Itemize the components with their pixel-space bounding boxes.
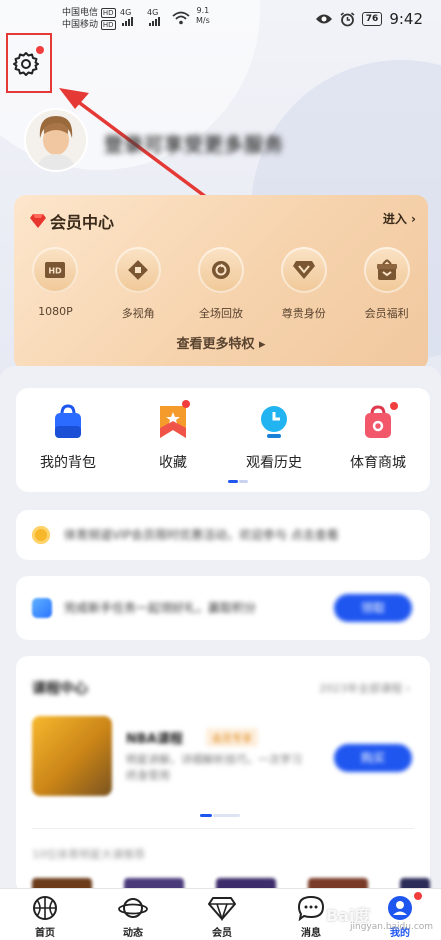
carrier-info: 中国电信 HD 中国移动 HD bbox=[62, 7, 116, 31]
speed-value: 9.1 bbox=[196, 6, 210, 15]
quick-actions-card: 我的背包 收藏 观看历史 体育商城 bbox=[16, 388, 430, 492]
perk-list: HD 1080P 多视角 全场回放 尊贵身份 会员福利 bbox=[14, 247, 428, 321]
replay-icon bbox=[197, 247, 244, 293]
tab-label: 会员 bbox=[212, 928, 232, 939]
perk-label: 全场回放 bbox=[198, 307, 243, 320]
page-indicator bbox=[228, 480, 248, 483]
perk-label: 尊贵身份 bbox=[281, 307, 326, 320]
quick-item-favorites[interactable]: 收藏 bbox=[123, 404, 223, 472]
coin-icon bbox=[32, 526, 50, 544]
course-thumbnail[interactable] bbox=[32, 716, 112, 796]
member-center-label: 会员中心 bbox=[50, 213, 115, 232]
tab-feed[interactable]: 动态 bbox=[98, 895, 168, 939]
vip-identity-icon bbox=[280, 247, 327, 293]
bottom-tab-bar: 首页 动态 会员 消息 我的 bbox=[0, 888, 441, 940]
diamond-icon bbox=[208, 897, 236, 921]
clock: 9:42 bbox=[389, 10, 423, 28]
profile-icon bbox=[388, 896, 412, 920]
message-icon bbox=[297, 895, 325, 921]
status-bar: 中国电信 HD 中国移动 HD 4G 4G 9.1 M/s 76 9:42 bbox=[0, 0, 441, 40]
tab-home[interactable]: 首页 bbox=[10, 895, 80, 939]
planet-icon bbox=[118, 898, 148, 918]
tab-label: 消息 bbox=[301, 928, 321, 939]
notice-text: 体育频道VIP会员限时优惠活动，欢迎参与 点击查看 bbox=[64, 528, 339, 542]
login-prompt[interactable]: 登录可享受更多服务 bbox=[104, 130, 284, 157]
tab-me[interactable]: 我的 bbox=[365, 895, 435, 939]
gift-icon bbox=[363, 247, 410, 293]
svg-text:HD: HD bbox=[49, 267, 63, 276]
gear-icon[interactable] bbox=[12, 50, 40, 78]
quick-item-backpack[interactable]: 我的背包 bbox=[18, 404, 118, 472]
course-center-card: 课程中心 2023年全部课程 › NBA课程 会员专享 明星讲解，详细解析技巧，… bbox=[16, 656, 430, 894]
perk-item[interactable]: 会员福利 bbox=[345, 247, 428, 321]
perk-label: 会员福利 bbox=[364, 307, 409, 320]
course-description: 明星讲解，详细解析技巧，一次学习终身受用 bbox=[126, 753, 302, 782]
tab-label: 动态 bbox=[123, 928, 143, 939]
claim-button[interactable]: 领取 bbox=[334, 594, 412, 622]
perk-item[interactable]: 多视角 bbox=[97, 247, 180, 321]
avatar-illustration bbox=[26, 110, 86, 170]
wifi-icon bbox=[172, 11, 190, 25]
signal-icon bbox=[149, 17, 160, 26]
history-icon bbox=[261, 406, 287, 438]
notice-bar[interactable]: 体育频道VIP会员限时优惠活动，欢迎参与 点击查看 bbox=[16, 510, 430, 560]
alarm-icon bbox=[340, 11, 355, 26]
hd-icon: HD bbox=[32, 247, 79, 293]
course-tag: 会员专享 bbox=[206, 728, 258, 747]
network-type: 4G bbox=[147, 8, 159, 17]
course-name: NBA课程 bbox=[126, 732, 183, 747]
notification-dot bbox=[182, 400, 190, 408]
star-courses-label: 10位体育明星大课推荐 bbox=[32, 848, 145, 861]
perk-item[interactable]: HD 1080P bbox=[14, 247, 97, 321]
course-page-indicator bbox=[200, 814, 240, 817]
perk-label: 1080P bbox=[38, 305, 73, 318]
network-speed: 9.1 M/s bbox=[196, 6, 210, 26]
network-type: 4G bbox=[120, 8, 132, 17]
multi-view-icon bbox=[115, 247, 162, 293]
member-enter-link[interactable]: 进入 › bbox=[383, 210, 416, 227]
perk-item[interactable]: 全场回放 bbox=[180, 247, 263, 321]
hd-badge: HD bbox=[100, 20, 116, 30]
course-center-title: 课程中心 bbox=[32, 681, 88, 697]
task-icon bbox=[32, 598, 52, 618]
carrier1-label: 中国电信 bbox=[62, 8, 99, 18]
perk-label: 多视角 bbox=[121, 307, 155, 320]
basketball-icon bbox=[33, 896, 57, 920]
quick-label: 我的背包 bbox=[40, 455, 96, 471]
notification-dot bbox=[390, 402, 398, 410]
view-more-perks-link[interactable]: 查看更多特权 ▸ bbox=[14, 333, 428, 352]
divider bbox=[32, 828, 414, 829]
member-center-card[interactable]: 会员中心 进入 › HD 1080P 多视角 全场回放 尊贵身份 会员福利 查看… bbox=[14, 195, 428, 370]
member-center-title: 会员中心 bbox=[30, 209, 114, 233]
notification-dot bbox=[36, 46, 44, 54]
quick-label: 观看历史 bbox=[246, 455, 302, 471]
avatar[interactable] bbox=[24, 108, 88, 172]
diamond-icon bbox=[30, 214, 46, 228]
perk-item[interactable]: 尊贵身份 bbox=[262, 247, 345, 321]
speed-unit: M/s bbox=[196, 16, 210, 25]
backpack-icon bbox=[55, 404, 81, 438]
shop-icon bbox=[365, 405, 391, 438]
watermark-url: jingyan.baidu.com bbox=[350, 922, 434, 932]
quick-item-shop[interactable]: 体育商城 bbox=[328, 404, 428, 472]
eye-icon bbox=[315, 14, 332, 24]
battery-indicator: 76 bbox=[361, 12, 383, 26]
notification-dot bbox=[414, 892, 422, 900]
buy-course-button[interactable]: 购买 bbox=[334, 744, 412, 772]
course-all-link[interactable]: 2023年全部课程 › bbox=[319, 680, 410, 696]
hd-badge: HD bbox=[100, 8, 116, 18]
quick-label: 收藏 bbox=[159, 455, 187, 471]
task-text: 完成新手任务一起领好礼，赢取积分 bbox=[64, 601, 257, 615]
signal-icon bbox=[122, 17, 133, 26]
quick-label: 体育商城 bbox=[350, 455, 406, 471]
task-card: 完成新手任务一起领好礼，赢取积分 领取 bbox=[16, 576, 430, 640]
tab-membership[interactable]: 会员 bbox=[187, 895, 257, 939]
quick-item-history[interactable]: 观看历史 bbox=[224, 404, 324, 472]
tab-label: 首页 bbox=[35, 928, 55, 939]
favorite-icon bbox=[160, 406, 186, 438]
carrier2-label: 中国移动 bbox=[62, 20, 99, 30]
